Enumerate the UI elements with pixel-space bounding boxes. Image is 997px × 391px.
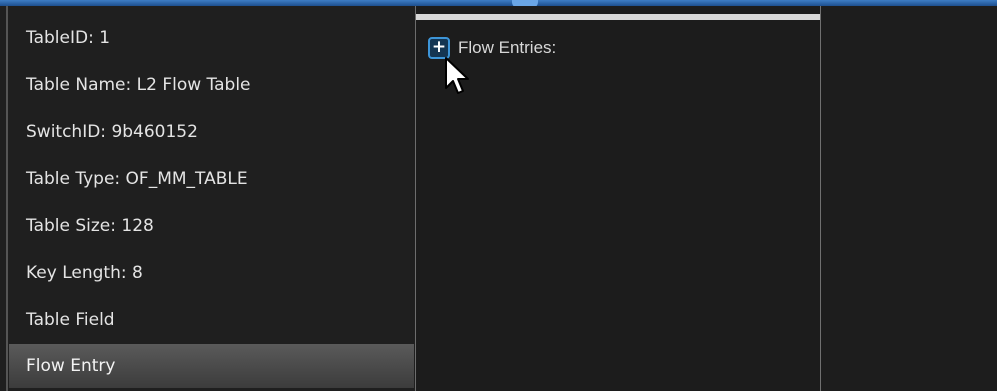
property-table-size[interactable]: Table Size: 128 <box>9 203 414 250</box>
property-table-id[interactable]: TableID: 1 <box>9 15 414 62</box>
mouse-cursor-icon <box>445 57 469 94</box>
property-switch-id[interactable]: SwitchID: 9b460152 <box>9 109 414 156</box>
flow-entries-panel <box>416 6 821 391</box>
right-detail-panel <box>821 6 997 391</box>
property-table-type[interactable]: Table Type: OF_MM_TABLE <box>9 156 414 203</box>
property-table-field[interactable]: Table Field <box>9 297 414 344</box>
flow-panel-header-bar <box>416 14 820 20</box>
flow-entries-label: Flow Entries: <box>458 38 557 57</box>
property-key-length[interactable]: Key Length: 8 <box>9 250 414 297</box>
property-table-name[interactable]: Table Name: L2 Flow Table <box>9 62 414 109</box>
table-properties-list: TableID: 1 Table Name: L2 Flow Table Swi… <box>9 15 414 388</box>
flow-table-window: TableID: 1 Table Name: L2 Flow Table Swi… <box>0 0 997 391</box>
property-flow-entry[interactable]: Flow Entry <box>9 344 414 388</box>
left-panel-border <box>6 6 8 391</box>
